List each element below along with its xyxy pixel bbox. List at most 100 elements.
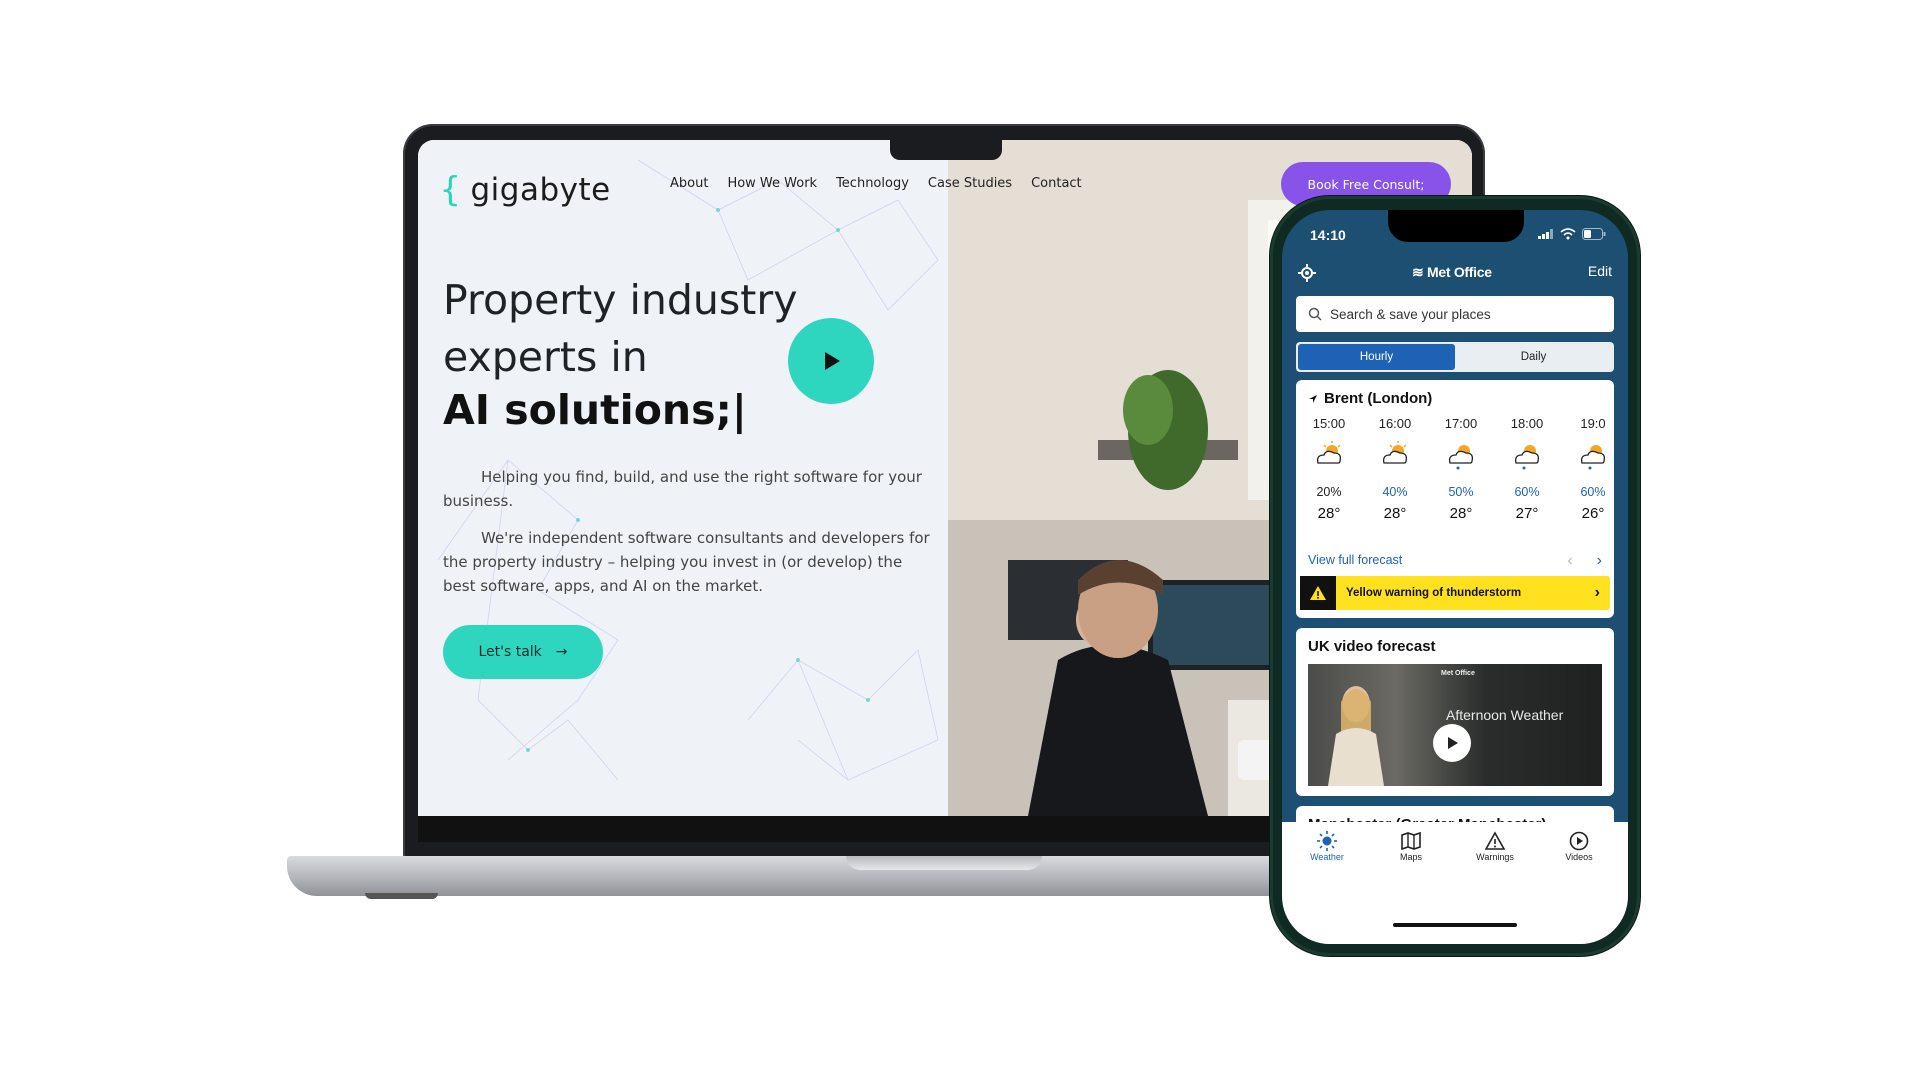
tab-warnings-label: Warnings: [1476, 852, 1514, 862]
rain-probability: 40%: [1382, 485, 1408, 499]
brand-mark: {: [440, 170, 461, 210]
warning-triangle-icon: [1460, 830, 1530, 852]
forecast-toggle: Hourly Daily: [1296, 342, 1614, 372]
video-brand-label: Met Office: [1441, 670, 1475, 677]
sun-cloud-rain-icon: [1494, 441, 1560, 471]
nav-about[interactable]: About: [670, 176, 708, 191]
app-header: ≋ Met Office Edit: [1282, 260, 1628, 290]
hour-time: 18:00: [1510, 416, 1544, 431]
search-input[interactable]: Search & save your places: [1296, 296, 1614, 332]
met-office-logo: ≋ Met Office: [1412, 264, 1492, 280]
tab-maps[interactable]: Maps: [1376, 830, 1446, 862]
hour-column: 16:00 40% 28°: [1362, 416, 1428, 522]
rain-probability: 60%: [1514, 485, 1540, 499]
nav-how-we-work[interactable]: How We Work: [727, 176, 817, 191]
hour-column: 15:00 20% 28°: [1296, 416, 1362, 522]
hour-column: 19:0 60% 26°: [1560, 416, 1614, 522]
battery-icon: [1582, 228, 1606, 240]
rain-probability: 20%: [1316, 485, 1342, 499]
location-arrow-icon: [1309, 394, 1317, 403]
hour-time: 16:00: [1378, 416, 1412, 431]
edit-button[interactable]: Edit: [1588, 263, 1612, 279]
gear-icon[interactable]: [1298, 264, 1316, 282]
play-icon: [1448, 737, 1458, 749]
warning-text: Yellow warning of thunderstorm: [1346, 587, 1522, 599]
sun-cloud-rain-icon: [1560, 441, 1614, 471]
temperature: 28°: [1383, 505, 1407, 522]
lets-talk-label: Let's talk: [478, 644, 542, 660]
laptop-foot: [365, 893, 438, 899]
status-icons: [1538, 228, 1606, 240]
view-full-forecast-link[interactable]: View full forecast: [1308, 553, 1402, 567]
warning-icon: [1300, 576, 1336, 610]
sun-cloud-icon: [1296, 441, 1362, 471]
hero-line-2: experts in: [443, 333, 648, 381]
sun-cloud-rain-icon: [1428, 441, 1494, 471]
laptop-camera-notch: [890, 140, 1002, 160]
rain-probability: 50%: [1448, 485, 1474, 499]
tab-daily[interactable]: Daily: [1455, 344, 1612, 370]
site-nav: About How We Work Technology Case Studie…: [670, 176, 1082, 191]
phone-notch: [1388, 210, 1524, 242]
search-icon: [1308, 307, 1322, 321]
signal-icon: [1538, 229, 1553, 239]
tab-warnings[interactable]: Warnings: [1460, 830, 1530, 862]
location-title: Brent (London): [1308, 390, 1432, 407]
home-indicator[interactable]: [1393, 923, 1517, 927]
hour-time: 17:00: [1444, 416, 1478, 431]
temperature: 27°: [1515, 505, 1539, 522]
hour-time: 15:00: [1312, 416, 1346, 431]
chevron-right-icon: ›: [1594, 584, 1600, 601]
nav-technology[interactable]: Technology: [836, 176, 909, 191]
location-name: Brent (London): [1324, 390, 1433, 407]
video-thumbnail[interactable]: Met Office Afternoon Weather: [1308, 664, 1602, 786]
tab-maps-label: Maps: [1399, 852, 1422, 862]
play-circle-icon: [1544, 830, 1614, 852]
hour-column: 18:00 60% 27°: [1494, 416, 1560, 522]
tab-videos[interactable]: Videos: [1544, 830, 1614, 862]
arrow-right-icon: →: [555, 644, 568, 660]
bottom-tab-bar: Weather Maps Warnings Videos: [1282, 822, 1628, 944]
rain-probability: 60%: [1580, 485, 1606, 499]
tab-weather-label: Weather: [1310, 852, 1344, 862]
nav-case-studies[interactable]: Case Studies: [928, 176, 1012, 191]
hero-line-3: AI solutions;|: [443, 386, 747, 434]
wifi-icon: [1560, 228, 1576, 240]
hour-column: 17:00 50% 28°: [1428, 416, 1494, 522]
chevron-left-icon[interactable]: ‹: [1567, 552, 1572, 570]
hero-heading: Property industry experts in: [443, 272, 797, 386]
video-card-title: UK video forecast: [1308, 638, 1436, 655]
video-forecast-card[interactable]: UK video forecast Met Office Afternoon W…: [1296, 628, 1614, 796]
tab-weather[interactable]: Weather: [1292, 830, 1362, 862]
sun-cloud-icon: [1362, 441, 1428, 471]
video-caption: Afternoon Weather: [1446, 707, 1564, 723]
laptop-opening-groove: [846, 856, 1042, 870]
status-time: 14:10: [1310, 227, 1346, 243]
video-play-button[interactable]: [788, 318, 874, 404]
hour-time: 19:0: [1580, 416, 1606, 431]
phone-screen: 14:10 ≋ Met Office Edit Search & save yo…: [1282, 210, 1628, 944]
hero-paragraph-2: We're independent software consultants a…: [443, 529, 930, 595]
play-button[interactable]: [1433, 724, 1471, 762]
nav-contact[interactable]: Contact: [1031, 176, 1082, 191]
temperature: 28°: [1317, 505, 1341, 522]
search-placeholder: Search & save your places: [1330, 306, 1491, 322]
brand-name: gigabyte: [470, 172, 611, 208]
app-title: Met Office: [1427, 264, 1492, 280]
hero-line-1: Property industry: [443, 276, 798, 324]
brand-logo[interactable]: { gigabyte: [440, 170, 611, 210]
play-icon: [825, 352, 840, 370]
map-icon: [1376, 830, 1446, 852]
weather-warning-banner[interactable]: Yellow warning of thunderstorm ›: [1300, 576, 1610, 610]
temperature: 28°: [1449, 505, 1473, 522]
tab-videos-label: Videos: [1565, 852, 1593, 862]
temperature: 26°: [1581, 505, 1605, 522]
hour-pager: ‹ ›: [1567, 552, 1602, 570]
sun-icon: [1292, 830, 1362, 852]
lets-talk-button[interactable]: Let's talk →: [443, 625, 603, 679]
site-hero-panel: { gigabyte Property industry experts in …: [418, 140, 948, 816]
tab-hourly[interactable]: Hourly: [1298, 344, 1455, 370]
chevron-right-icon[interactable]: ›: [1597, 552, 1602, 570]
hero-paragraph-1: Helping you find, build, and use the rig…: [443, 468, 922, 510]
location-forecast-card[interactable]: Brent (London) 15:00 20% 28° 16:00 40% 2…: [1296, 380, 1614, 618]
